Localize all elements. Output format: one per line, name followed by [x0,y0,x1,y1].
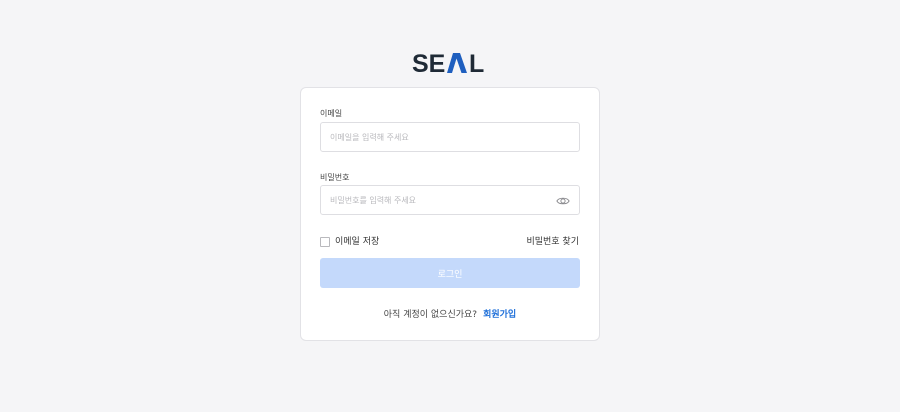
signup-link[interactable]: 회원가입 [483,309,516,321]
signup-question: 아직 계정이 없으신가요? [383,310,478,320]
login-page: SE L 이메일 비밀번호 이메일 저장 비밀번호 찾기 로그인 아직 계정이 … [0,0,900,412]
email-label: 이메일 [320,109,343,118]
remember-email-option[interactable]: 이메일 저장 [320,236,379,248]
seal-logo: SE L [0,48,900,78]
eye-icon[interactable] [556,194,570,208]
password-input[interactable] [321,186,579,214]
email-input-box [320,122,580,152]
seal-logo-mark: SE L [412,53,484,73]
svg-text:SE: SE [412,53,445,73]
password-input-box [320,185,580,215]
remember-email-checkbox[interactable] [320,237,330,247]
login-card: 이메일 비밀번호 이메일 저장 비밀번호 찾기 로그인 아직 계정이 없으신가요… [300,87,600,341]
email-input[interactable] [321,123,579,151]
login-button[interactable]: 로그인 [320,258,580,288]
remember-email-label: 이메일 저장 [335,237,380,247]
find-password-link[interactable]: 비밀번호 찾기 [526,236,579,248]
password-label: 비밀번호 [320,173,350,182]
svg-text:L: L [469,53,484,73]
signup-row: 아직 계정이 없으신가요? 회원가입 [301,309,599,321]
